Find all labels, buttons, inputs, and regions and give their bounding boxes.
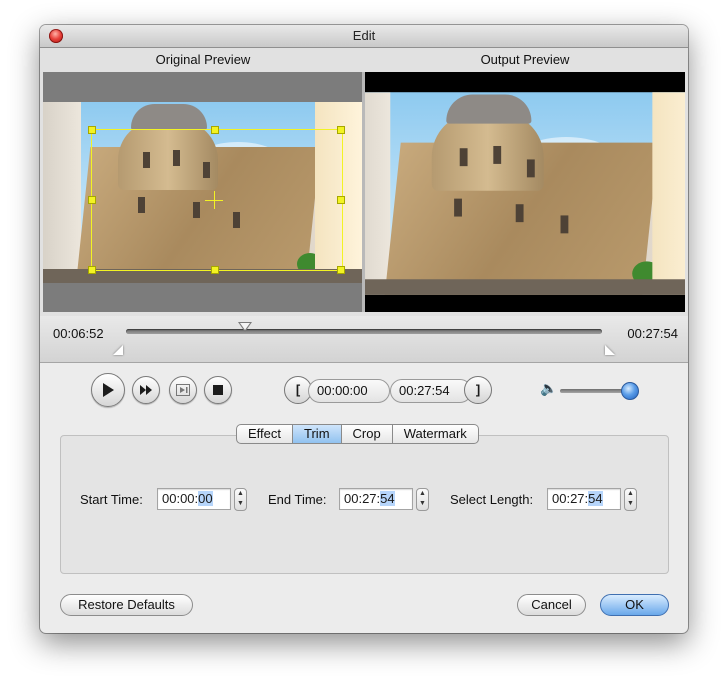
volume-icon: 🔈 xyxy=(540,380,558,396)
fast-forward-button[interactable] xyxy=(132,376,160,404)
output-preview-pane xyxy=(365,72,685,312)
stop-icon xyxy=(213,385,223,395)
tab-trim[interactable]: Trim xyxy=(293,424,342,444)
play-icon xyxy=(103,383,114,397)
ok-button[interactable]: OK xyxy=(600,594,669,616)
crop-handle-left[interactable] xyxy=(88,196,96,204)
end-time-stepper[interactable]: ▲ ▼ xyxy=(416,488,429,511)
edit-tabs: Effect Trim Crop Watermark xyxy=(236,424,479,444)
preview-area: Original Preview Output Preview xyxy=(40,48,688,316)
trim-end-marker[interactable] xyxy=(605,345,615,355)
crop-handle-right[interactable] xyxy=(337,196,345,204)
play-button[interactable] xyxy=(91,373,125,407)
end-time-label: End Time: xyxy=(268,492,327,507)
start-time-label: Start Time: xyxy=(80,492,143,507)
crop-handle-top[interactable] xyxy=(211,126,219,134)
fast-forward-icon xyxy=(140,385,152,395)
volume-knob[interactable] xyxy=(620,382,639,400)
select-length-field[interactable]: 00:27:54 xyxy=(547,488,621,510)
end-time-field[interactable]: 00:27:54 xyxy=(339,488,413,510)
end-time-selection: 54 xyxy=(380,491,395,506)
crop-handle-top-right[interactable] xyxy=(337,126,345,134)
start-time-value: 00:00: xyxy=(162,491,199,506)
title-bar: Edit xyxy=(40,25,688,48)
stop-button[interactable] xyxy=(204,376,232,404)
select-length-value: 00:27: xyxy=(552,491,589,506)
restore-defaults-button[interactable]: Restore Defaults xyxy=(60,594,193,616)
crop-center-crosshair-vertical xyxy=(214,191,215,209)
step-frame-icon xyxy=(176,384,190,396)
tab-crop[interactable]: Crop xyxy=(341,424,393,444)
output-preview-label: Output Preview xyxy=(480,52,570,67)
select-length-selection: 54 xyxy=(588,491,603,506)
close-window-button[interactable] xyxy=(49,29,63,43)
timeline-bar: 00:06:52 00:27:54 xyxy=(40,316,688,363)
end-time-display: 00:27:54 xyxy=(390,379,472,403)
step-frame-button[interactable] xyxy=(169,376,197,404)
output-video-frame xyxy=(365,92,685,295)
start-time-field[interactable]: 00:00:00 xyxy=(157,488,231,510)
playhead-handle[interactable] xyxy=(238,322,252,332)
select-length-label: Select Length: xyxy=(450,492,534,507)
start-time-stepper[interactable]: ▲ ▼ xyxy=(234,488,247,511)
tab-watermark[interactable]: Watermark xyxy=(392,424,479,444)
start-time-selection: 00 xyxy=(198,491,213,506)
crop-handle-bottom[interactable] xyxy=(211,266,219,274)
select-length-stepper[interactable]: ▲ ▼ xyxy=(624,488,637,511)
tab-effect[interactable]: Effect xyxy=(236,424,294,444)
set-end-bracket-button[interactable]: ] xyxy=(464,376,492,404)
crop-handle-bottom-left[interactable] xyxy=(88,266,96,274)
original-preview-label: Original Preview xyxy=(155,52,251,67)
edit-window: Edit Original Preview Output Preview 00:… xyxy=(40,25,688,633)
total-time-display: 00:27:54 xyxy=(627,326,678,341)
end-time-value: 00:27: xyxy=(344,491,381,506)
original-preview-pane[interactable] xyxy=(43,72,363,312)
timeline-track[interactable] xyxy=(126,329,602,334)
current-time-display: 00:06:52 xyxy=(53,326,104,341)
trim-start-marker[interactable] xyxy=(113,345,123,355)
cancel-button[interactable]: Cancel xyxy=(517,594,586,616)
crop-handle-top-left[interactable] xyxy=(88,126,96,134)
window-title: Edit xyxy=(352,28,376,43)
start-time-display: 00:00:00 xyxy=(308,379,390,403)
crop-handle-bottom-right[interactable] xyxy=(337,266,345,274)
